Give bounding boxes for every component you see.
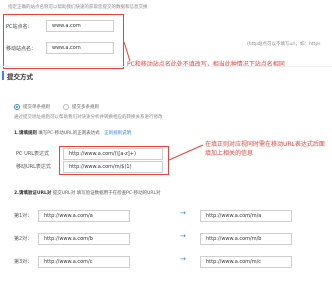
mobile-domain-input[interactable]: www.a.com bbox=[46, 42, 114, 54]
step2-line: 2.请填验证URL对 提交URL对 填写验证数据用于在检查PC-移动的URL对 bbox=[14, 190, 161, 196]
pair-2-mobile-input[interactable]: http://www.a.com/m/b bbox=[200, 233, 292, 245]
pair-3-pc-input[interactable]: http://www.a.com/c bbox=[38, 256, 130, 268]
mobile-url-rule-input[interactable]: http://www.a.com/m/$(1) bbox=[63, 161, 163, 173]
submit-mode-note: 通过提交地址规则可以帮助我们对快速分析并转换相应的转换关系进行修改 bbox=[14, 115, 163, 120]
pair-3-mobile-input[interactable]: http://www.a.com/m/c bbox=[200, 256, 292, 268]
side-note: (http站点可以不填写url，如：https bbox=[247, 42, 321, 47]
pc-domain-row: PC站点名： www.a.com bbox=[6, 20, 114, 32]
pair-1-pc-input[interactable]: http://www.a.com/a bbox=[38, 210, 130, 222]
top-note: 指定正确的站点名称可以帮助我们快速的获取您提交的数据和信息交换 bbox=[8, 5, 148, 10]
pc-url-rule-input[interactable]: http://www.a.com/(\[a-z]+) bbox=[63, 148, 163, 160]
submit-mode-radio-group: 提交单条规则 提交多条规则 bbox=[14, 104, 109, 110]
mobile-domain-label: 移动站点名： bbox=[6, 45, 37, 52]
radio-single-rule[interactable] bbox=[14, 104, 20, 110]
section-divider bbox=[0, 66, 332, 67]
pc-url-rule-label: PC URL表达式 bbox=[16, 151, 50, 157]
pair-1-mobile-input[interactable]: http://www.a.com/m/a bbox=[200, 210, 292, 222]
pc-domain-label: PC站点名： bbox=[6, 23, 33, 30]
pair-2-label: 第2对： bbox=[14, 236, 33, 242]
pair-2-arrow-icon: → bbox=[180, 232, 186, 240]
radio-multi-rule-label[interactable]: 提交多条规则 bbox=[72, 104, 99, 110]
step2-text: 提交URL对 填写验证数据用于在检查PC-移动的URL对 bbox=[52, 191, 161, 196]
pc-domain-input[interactable]: www.a.com bbox=[46, 20, 114, 32]
rule-callout-connector bbox=[168, 144, 204, 161]
step1-text: 填写PC-移动URL的正则表达式 bbox=[38, 131, 100, 136]
domain-callout-connector bbox=[123, 41, 131, 62]
step1-line: 1.请填规则 填写PC-移动URL的正则表达式 正则规则说明 bbox=[14, 130, 131, 136]
radio-single-rule-label[interactable]: 提交单条规则 bbox=[23, 104, 50, 110]
section-title: 提交方式 bbox=[7, 73, 33, 81]
domain-callout: PC和移动站点名此处不填改写，相当此种情况下站点名相同 bbox=[127, 61, 285, 68]
rule-callout: 在填正则对应视同时需在移动URL表达式后面填加上相关的信息 bbox=[205, 141, 325, 157]
step2-title: 2.请填验证URL对 bbox=[14, 191, 52, 196]
pair-3-arrow-icon: → bbox=[180, 255, 186, 263]
pair-1-arrow-icon: → bbox=[180, 209, 186, 217]
mobile-url-rule-label: 移动URL表达式 bbox=[16, 164, 51, 170]
radio-multi-rule[interactable] bbox=[63, 104, 69, 110]
regex-help-link[interactable]: 正则规则说明 bbox=[104, 131, 131, 136]
section-accent-bar bbox=[2, 71, 4, 80]
pair-3-label: 第3对： bbox=[14, 259, 33, 265]
step1-title: 1.请填规则 bbox=[14, 131, 37, 136]
pair-2-pc-input[interactable]: http://www.a.com/b bbox=[38, 233, 130, 245]
pair-1-label: 第1对： bbox=[14, 213, 33, 219]
mobile-domain-row: 移动站点名： www.a.com bbox=[6, 42, 114, 54]
